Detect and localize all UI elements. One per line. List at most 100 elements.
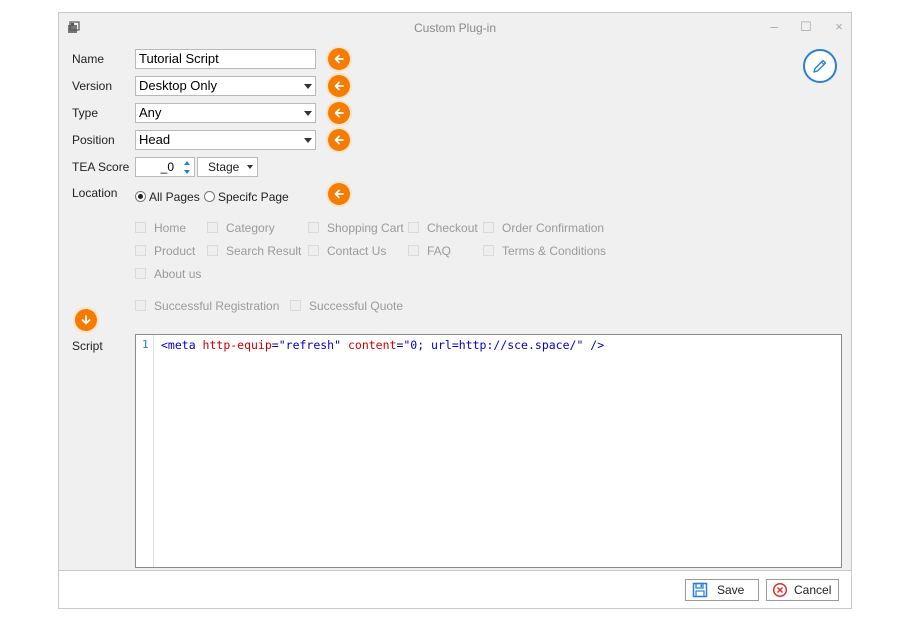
checkbox-shopping-cart[interactable]: Shopping Cart (308, 221, 404, 235)
checkbox-label: Category (226, 221, 275, 235)
radio-all-pages[interactable]: All Pages (135, 189, 200, 205)
chevron-down-icon (304, 84, 312, 89)
custom-plugin-window: Custom Plug-in – ☐ × Name Tutorial Scrip… (58, 12, 852, 609)
tea-score-spinner[interactable]: _0 (135, 157, 195, 177)
minimize-button[interactable]: – (765, 18, 783, 36)
checkbox-successful-quote[interactable]: Successful Quote (290, 299, 403, 313)
stage-select[interactable]: Stage (197, 157, 258, 177)
code-token: http-equip (195, 338, 272, 352)
checkbox-box (290, 300, 301, 311)
title-bar: Custom Plug-in – ☐ × (59, 13, 851, 41)
checkbox-label: Home (154, 221, 187, 235)
checkbox-product[interactable]: Product (135, 244, 195, 258)
code-token: content (341, 338, 397, 352)
name-label: Name (72, 52, 105, 66)
position-select[interactable]: Head (135, 130, 316, 150)
checkbox-box (408, 222, 419, 233)
tea-score-label: TEA Score (72, 160, 130, 174)
cancel-circle-icon (772, 582, 788, 598)
version-help-button[interactable] (328, 75, 350, 97)
save-button[interactable]: Save (685, 579, 759, 601)
line-gutter: 1 (136, 335, 154, 567)
checkbox-box (308, 245, 319, 256)
script-editor[interactable]: 1 <meta http-equip="refresh" content="0;… (135, 334, 842, 568)
checkbox-box (207, 245, 218, 256)
type-help-button[interactable] (328, 102, 350, 124)
checkbox-box (135, 222, 146, 233)
checkbox-label: Search Result (226, 244, 302, 258)
chevron-down-icon (247, 165, 253, 169)
checkbox-home[interactable]: Home (135, 221, 186, 235)
checkbox-label: Product (154, 244, 196, 258)
checkbox-search-result[interactable]: Search Result (207, 244, 301, 258)
cancel-button[interactable]: Cancel (766, 579, 839, 601)
close-button[interactable]: × (830, 18, 848, 36)
checkbox-successful-registration[interactable]: Successful Registration (135, 299, 279, 313)
maximize-button[interactable]: ☐ (797, 18, 815, 36)
radio-dot (135, 191, 146, 202)
arrow-left-icon (334, 81, 344, 91)
code-token: <meta (161, 338, 196, 352)
line-number: 1 (142, 338, 149, 351)
location-label: Location (72, 186, 118, 200)
arrow-left-icon (334, 189, 344, 199)
arrow-left-icon (334, 54, 344, 64)
version-value: Desktop Only (139, 78, 218, 93)
radio-all-pages-label: All Pages (149, 190, 200, 204)
pencil-icon (813, 59, 827, 73)
checkbox-category[interactable]: Category (207, 221, 275, 235)
save-button-label: Save (717, 583, 745, 597)
type-value: Any (139, 105, 162, 120)
checkbox-label: Checkout (427, 221, 478, 235)
checkbox-faq[interactable]: FAQ (408, 244, 451, 258)
position-value: Head (139, 132, 171, 147)
location-help-button[interactable] (328, 183, 350, 205)
checkbox-label: About us (154, 267, 202, 281)
cancel-button-label: Cancel (794, 583, 832, 597)
checkbox-about-us[interactable]: About us (135, 267, 201, 281)
checkbox-contact-us[interactable]: Contact Us (308, 244, 386, 258)
name-input[interactable]: Tutorial Script (135, 49, 316, 69)
arrow-left-icon (334, 135, 344, 145)
chevron-down-icon (304, 111, 312, 116)
code-token: /> (583, 338, 605, 352)
type-label: Type (72, 106, 99, 120)
code-token: ="refresh" (271, 338, 342, 352)
checkbox-box (135, 300, 146, 311)
checkbox-box (135, 245, 146, 256)
checkbox-label: Terms & Conditions (502, 244, 607, 258)
checkbox-box (308, 222, 319, 233)
checkbox-box (408, 245, 419, 256)
checkbox-checkout[interactable]: Checkout (408, 221, 478, 235)
stage-value: Stage (208, 160, 240, 174)
position-label: Position (72, 133, 115, 147)
script-help-button[interactable] (75, 309, 97, 331)
checkbox-box (135, 268, 146, 279)
arrow-left-icon (334, 108, 344, 118)
checkbox-box (207, 222, 218, 233)
name-help-button[interactable] (328, 48, 350, 70)
checkbox-box (483, 222, 494, 233)
checkbox-label: Successful Quote (309, 299, 404, 313)
edit-button[interactable] (803, 49, 837, 83)
code-token: ="0; url=http://sce.space/" (396, 338, 584, 352)
radio-specific-page-label: Specifc Page (218, 190, 289, 204)
checkbox-box (483, 245, 494, 256)
type-select[interactable]: Any (135, 103, 316, 123)
radio-specific-page[interactable]: Specifc Page (204, 189, 289, 205)
version-select[interactable]: Desktop Only (135, 76, 316, 96)
radio-dot (204, 191, 215, 202)
checkbox-label: FAQ (427, 244, 452, 258)
spin-down-icon[interactable] (182, 168, 192, 176)
chevron-down-icon (304, 138, 312, 143)
version-label: Version (72, 79, 113, 93)
position-help-button[interactable] (328, 129, 350, 151)
bottom-button-bar: Save Cancel (59, 570, 851, 608)
code-line: <meta http-equip="refresh" content="0; u… (161, 338, 604, 352)
script-label: Script (72, 339, 103, 353)
checkbox-label: Contact Us (327, 244, 387, 258)
checkbox-terms-conditions[interactable]: Terms & Conditions (483, 244, 606, 258)
tea-score-value: _0 (160, 160, 174, 174)
spin-up-icon[interactable] (182, 159, 192, 167)
checkbox-order-confirmation[interactable]: Order Confirmation (483, 221, 604, 235)
